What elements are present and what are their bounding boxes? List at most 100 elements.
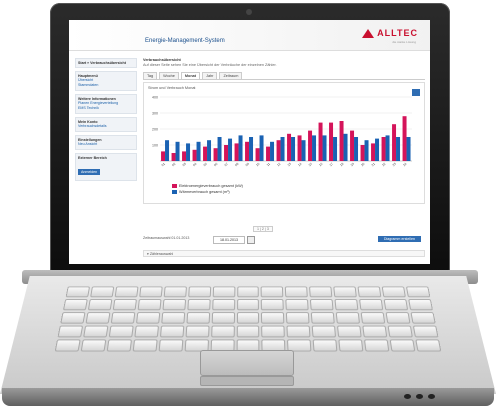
legend-item: Wärmeverbrauch gesamt (m³) [172,189,243,195]
chart-bar [381,137,386,161]
chart-legend: Elektroenergieverbrauch gesamt (kW) Wärme… [172,183,243,195]
x-tick-label: 01 [161,162,166,167]
key [286,312,310,324]
chart-title: Strom und Verbrauch Monat [148,86,196,90]
x-tick-label: 03 [182,162,187,167]
key [333,286,358,298]
key [186,312,210,324]
chart-bar [364,140,369,161]
key [383,299,409,311]
sidebar-section: Mein Konto Verbrauchsdetails [75,117,137,132]
key [286,325,311,338]
tab-bar: Tag Woche Monat Jahr Zeitraum [143,72,425,80]
touchpad-buttons [200,376,294,386]
key [60,312,86,324]
key [210,325,235,338]
chart-bar [318,122,323,161]
key [334,299,359,311]
sidebar-section: Externer Bereich Anmelden [75,153,137,181]
key [389,339,416,352]
logo-subtitle: die starke Lösung [392,40,416,44]
chart-bar [175,141,180,161]
chart-bar [213,148,218,161]
sidebar: Start » Verbrauchsübersicht Hauptmenü Über… [75,58,137,258]
chart-bar [196,141,201,161]
chart-bar [354,137,359,161]
chart-bar [161,151,166,161]
chart-bar [255,148,260,161]
key [406,286,431,298]
chart-bar [301,140,306,161]
key [236,299,260,311]
key [106,339,132,352]
key [236,325,260,338]
sidebar-link[interactable]: EMS Technik [78,106,134,111]
key [212,286,235,298]
key [261,312,285,324]
tab-zeitraum[interactable]: Zeitraum [219,72,243,79]
x-tick-label: 22 [381,162,386,167]
key [187,286,211,298]
key [135,312,160,324]
x-tick-label: 19 [350,162,355,167]
key [85,312,111,324]
legend-label: Wärmeverbrauch gesamt (m³) [179,190,230,194]
sidebar-link[interactable]: Verbrauchsdetails [78,124,134,129]
key [87,299,113,311]
tab-woche[interactable]: Woche [159,72,179,79]
sidebar-section: Hauptmenü Übersicht Stammdaten [75,71,137,91]
logo-triangle-icon [362,28,375,38]
touchpad [200,350,294,376]
chart-bar [375,138,380,161]
meter-selection-expander[interactable]: ▾ Zählerauswahl [143,250,425,257]
chart-bar [297,135,302,161]
consumption-chart: 100 200 300 400 01 02 03 04 05 06 07 08 09 10 11 12 13 14… [152,96,412,167]
key [381,286,406,298]
key [236,312,260,324]
chart-pager[interactable]: 1 | 2 | 3 [253,226,273,232]
calendar-icon[interactable] [247,236,255,244]
sidebar-link[interactable]: Neu Ansicht [78,142,134,147]
sidebar-section: Einstellungen Neu Ansicht [75,135,137,150]
chart-bar [385,135,390,161]
tab-monat[interactable]: Monat [180,72,201,79]
x-tick-label: 10 [255,162,260,167]
key [357,286,382,298]
create-chart-button[interactable]: Diagramm erstellen [377,236,421,242]
key [211,312,235,324]
sidebar-link[interactable]: Stammdaten [78,83,134,88]
tab-tag[interactable]: Tag [143,72,158,79]
x-tick-label: 23 [392,162,397,167]
key [186,299,211,311]
chart-bar [217,137,222,161]
chart-bar [266,146,271,161]
brand-logo[interactable]: ALLTEC [362,28,418,38]
chart-bar [228,138,233,161]
chart-bar [207,140,212,161]
sidebar-section-title: Start » Verbrauchsübersicht [78,61,126,65]
key [236,286,260,298]
login-button[interactable]: Anmelden [78,169,101,175]
y-tick-label: 100 [152,144,158,148]
x-tick-label: 09 [245,162,250,167]
chart-bar [392,124,397,161]
key [364,339,390,352]
chart-bar [245,141,250,161]
legend-swatch [172,184,177,188]
tab-jahr[interactable]: Jahr [202,72,218,79]
y-tick-label: 400 [152,96,158,100]
key [312,325,337,338]
key [114,286,139,298]
key [185,325,210,338]
chart-bar [224,145,229,161]
key [408,299,434,311]
chart-bar [329,122,334,161]
x-tick-label: 12 [276,162,281,167]
chart-bar [287,133,292,161]
key [80,339,107,352]
chart-bar [249,137,254,161]
date-input[interactable]: 18.01.2013 [213,236,245,244]
key [410,312,436,324]
x-tick-label: 04 [192,162,197,167]
key [285,286,309,298]
